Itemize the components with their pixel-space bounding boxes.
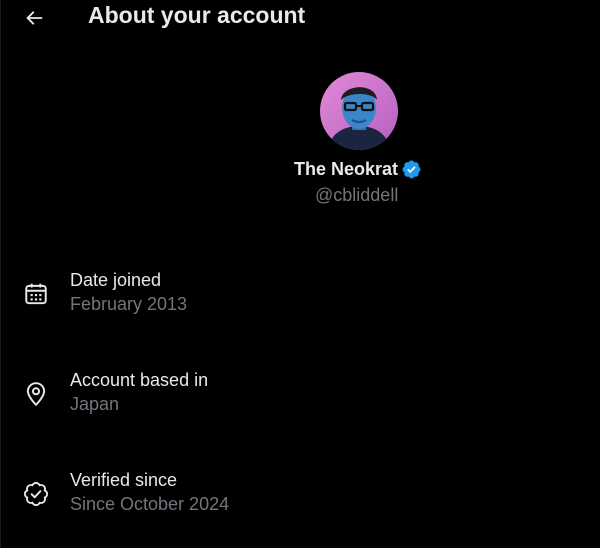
page-header: About your account xyxy=(0,0,600,36)
account-location-row: Account based in Japan xyxy=(0,370,600,430)
location-pin-icon xyxy=(22,380,50,408)
verified-since-label: Verified since xyxy=(70,470,178,490)
account-location-value: Japan xyxy=(70,394,120,414)
profile-summary: The Neokrat @cbliddell xyxy=(0,72,600,212)
arrow-left-icon xyxy=(26,11,43,25)
back-button[interactable] xyxy=(16,0,52,36)
display-name: The Neokrat xyxy=(294,159,399,179)
verified-check-icon xyxy=(22,480,50,508)
avatar[interactable] xyxy=(320,72,398,150)
verified-badge-icon xyxy=(401,159,422,180)
page-title: About your account xyxy=(88,2,306,28)
avatar-image xyxy=(320,72,398,150)
date-joined-row: Date joined February 2013 xyxy=(0,270,600,330)
name-row: The Neokrat xyxy=(294,159,422,180)
verified-since-row: Verified since Since October 2024 xyxy=(0,470,600,530)
date-joined-value: February 2013 xyxy=(70,294,188,314)
account-handle: @cbliddell xyxy=(315,185,399,205)
calendar-icon xyxy=(22,280,50,308)
date-joined-label: Date joined xyxy=(70,270,162,290)
account-location-label: Account based in xyxy=(70,370,209,390)
verified-since-value: Since October 2024 xyxy=(70,494,230,514)
